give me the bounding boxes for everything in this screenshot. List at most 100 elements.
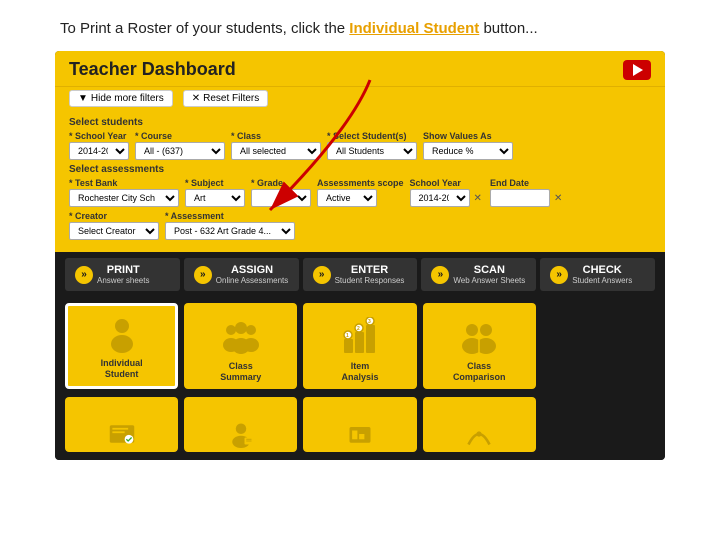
creator-group: * Creator Select Creator bbox=[69, 211, 159, 240]
print-arrow-icon: » bbox=[75, 266, 93, 284]
check-button[interactable]: » CHECK Student Answers bbox=[540, 258, 655, 291]
youtube-icon[interactable] bbox=[623, 60, 651, 80]
tile-item-analysis[interactable]: 1 2 3 ItemAnalysis bbox=[303, 303, 416, 389]
course-select[interactable]: All - (637) bbox=[135, 142, 225, 160]
select-students-section-label: Select students bbox=[69, 117, 651, 128]
enter-label: ENTER bbox=[335, 264, 405, 276]
school-year2-select[interactable]: 2014-2015 bbox=[410, 189, 470, 207]
creator-label: * Creator bbox=[69, 211, 159, 221]
course-label: * Course bbox=[135, 131, 225, 141]
dashboard-container: Teacher Dashboard ▼ Hide more filters ✕ … bbox=[55, 51, 665, 460]
assign-button[interactable]: » ASSIGN Online Assessments bbox=[184, 258, 299, 291]
instruction-text-before: To Print a Roster of your students, clic… bbox=[60, 20, 349, 37]
subject-select[interactable]: Art bbox=[185, 189, 245, 207]
svg-text:3: 3 bbox=[368, 319, 371, 325]
scan-button[interactable]: » SCAN Web Answer Sheets bbox=[421, 258, 536, 291]
class-group: * Class All selected bbox=[231, 131, 321, 160]
class-summary-icon bbox=[221, 317, 261, 357]
form-area: Select students * School Year 2014-2015 … bbox=[55, 113, 665, 252]
school-year2-group: School Year 2014-2015 ✕ bbox=[410, 178, 484, 207]
hide-filters-label: Hide more filters bbox=[91, 93, 164, 104]
tile-class-summary[interactable]: ClassSummary bbox=[184, 303, 297, 389]
scan-sublabel: Web Answer Sheets bbox=[453, 276, 525, 285]
tile-r2-3[interactable] bbox=[303, 397, 416, 452]
assessment-scope-select[interactable]: Active bbox=[317, 189, 377, 207]
check-btn-text: CHECK Student Answers bbox=[572, 264, 632, 285]
class-comparison-icon bbox=[459, 317, 499, 357]
print-button[interactable]: » PRINT Answer sheets bbox=[65, 258, 180, 291]
form-row-1: * School Year 2014-2015 * Course All - (… bbox=[69, 131, 651, 160]
end-date-group: End Date ✕ bbox=[490, 178, 564, 207]
check-arrow-icon: » bbox=[550, 266, 568, 284]
assessment-label: * Assessment bbox=[165, 211, 295, 221]
tile-r2-5 bbox=[542, 397, 655, 452]
form-row-3: * Creator Select Creator * Assessment Po… bbox=[69, 211, 651, 240]
tile-class-summary-label: ClassSummary bbox=[220, 361, 261, 383]
scan-label: SCAN bbox=[453, 264, 525, 276]
scan-btn-text: SCAN Web Answer Sheets bbox=[453, 264, 525, 285]
end-date-label: End Date bbox=[490, 178, 564, 188]
individual-student-icon bbox=[102, 314, 142, 354]
youtube-play-triangle bbox=[633, 64, 643, 76]
tile-individual-student-label: IndividualStudent bbox=[101, 358, 143, 380]
enter-arrow-icon: » bbox=[313, 266, 331, 284]
check-sublabel: Student Answers bbox=[572, 276, 632, 285]
tile-class-comparison-label: ClassComparison bbox=[453, 361, 506, 383]
hide-filters-button[interactable]: ▼ Hide more filters bbox=[69, 90, 173, 107]
creator-select[interactable]: Select Creator bbox=[69, 222, 159, 240]
print-btn-text: PRINT Answer sheets bbox=[97, 264, 149, 285]
dashboard-title: Teacher Dashboard bbox=[69, 59, 236, 80]
tile-r2-1[interactable] bbox=[65, 397, 178, 452]
reset-filters-label: Reset Filters bbox=[203, 93, 259, 104]
tile-r2-2[interactable] bbox=[184, 397, 297, 452]
end-date-clear-button[interactable]: ✕ bbox=[552, 193, 564, 204]
assessment-group: * Assessment Post - 632 Art Grade 4... bbox=[165, 211, 295, 240]
select-students-group: * Select Student(s) All Students bbox=[327, 131, 417, 160]
school-year-group: * School Year 2014-2015 bbox=[69, 131, 129, 160]
show-values-select[interactable]: Reduce % bbox=[423, 142, 513, 160]
tiles-row-2 bbox=[55, 397, 665, 460]
enter-sublabel: Student Responses bbox=[335, 276, 405, 285]
select-students-select[interactable]: All Students bbox=[327, 142, 417, 160]
school-year2-label: School Year bbox=[410, 178, 484, 188]
reset-icon: ✕ bbox=[192, 93, 200, 104]
tile-individual-student[interactable]: IndividualStudent bbox=[65, 303, 178, 389]
select-students-field-label: * Select Student(s) bbox=[327, 131, 417, 141]
grade-label: * Grade bbox=[251, 178, 311, 188]
select-assessments-section-label: Select assessments bbox=[69, 164, 651, 175]
assign-btn-text: ASSIGN Online Assessments bbox=[216, 264, 288, 285]
scan-arrow-icon: » bbox=[431, 266, 449, 284]
school-year-select[interactable]: 2014-2015 bbox=[69, 142, 129, 160]
assessment-scope-group: Assessments scope Active bbox=[317, 178, 404, 207]
end-date-input[interactable] bbox=[490, 189, 550, 207]
tile-class-comparison[interactable]: ClassComparison bbox=[423, 303, 536, 389]
instruction-area: To Print a Roster of your students, clic… bbox=[0, 0, 720, 51]
class-label: * Class bbox=[231, 131, 321, 141]
grade-group: * Grade bbox=[251, 178, 311, 207]
print-sublabel: Answer sheets bbox=[97, 276, 149, 285]
subject-group: * Subject Art bbox=[185, 178, 245, 207]
assign-arrow-icon: » bbox=[194, 266, 212, 284]
reset-filters-button[interactable]: ✕ Reset Filters bbox=[183, 90, 269, 107]
school-year2-clear-button[interactable]: ✕ bbox=[472, 193, 484, 204]
subject-label: * Subject bbox=[185, 178, 245, 188]
show-values-label: Show Values As bbox=[423, 131, 513, 141]
tile-empty-1 bbox=[542, 303, 655, 389]
tile-r2-4[interactable] bbox=[423, 397, 536, 452]
check-label: CHECK bbox=[572, 264, 632, 276]
assign-label: ASSIGN bbox=[216, 264, 288, 276]
test-bank-select[interactable]: Rochester City Sch Di bbox=[69, 189, 179, 207]
print-label: PRINT bbox=[97, 264, 149, 276]
tiles-row-1: IndividualStudent ClassSummary bbox=[55, 297, 665, 397]
class-select[interactable]: All selected bbox=[231, 142, 321, 160]
enter-button[interactable]: » ENTER Student Responses bbox=[303, 258, 418, 291]
dashboard-header: Teacher Dashboard bbox=[55, 51, 665, 86]
grade-select[interactable] bbox=[251, 189, 311, 207]
assessment-select[interactable]: Post - 632 Art Grade 4... bbox=[165, 222, 295, 240]
assign-sublabel: Online Assessments bbox=[216, 276, 288, 285]
test-bank-group: * Test Bank Rochester City Sch Di bbox=[69, 178, 179, 207]
svg-text:2: 2 bbox=[357, 326, 360, 332]
show-values-group: Show Values As Reduce % bbox=[423, 131, 513, 160]
tile-item-analysis-label: ItemAnalysis bbox=[341, 361, 378, 383]
assessment-scope-label: Assessments scope bbox=[317, 178, 404, 188]
